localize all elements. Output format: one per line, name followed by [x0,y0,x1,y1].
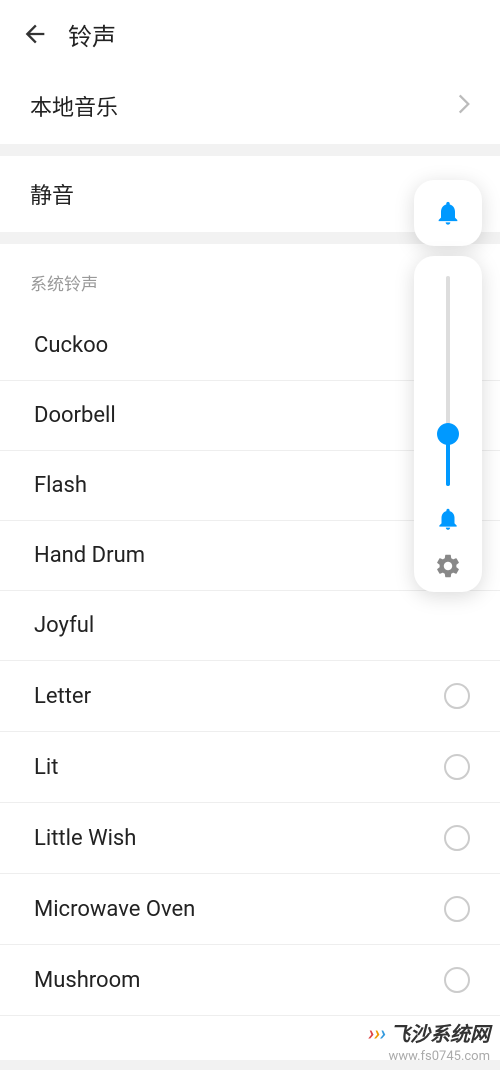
list-item[interactable]: Lit [0,732,500,803]
list-item[interactable]: Microwave Oven [0,874,500,945]
page-header: 铃声 [0,0,500,68]
back-arrow-icon [21,20,49,48]
list-item[interactable]: Little Wish [0,803,500,874]
settings-button[interactable] [434,552,462,580]
watermark-text: 飞沙系统网 [390,1018,490,1047]
radio-unselected[interactable] [444,683,470,709]
back-button[interactable] [20,19,50,49]
list-item-label: Little Wish [34,826,136,851]
list-item-label: Mushroom [34,968,140,993]
list-item-label: Microwave Oven [34,897,195,922]
page-title: 铃声 [68,17,116,52]
list-item-label: Joyful [34,613,94,638]
volume-bell-button[interactable] [414,180,482,246]
bell-icon [435,506,461,532]
bell-icon [434,199,462,227]
volume-slider[interactable] [446,276,450,486]
list-item[interactable]: Letter [0,661,500,732]
volume-panel [414,256,482,592]
radio-unselected[interactable] [444,967,470,993]
silent-label: 静音 [30,184,74,209]
local-music-row[interactable]: 本地音乐 [0,68,500,144]
list-item[interactable]: Joyful [0,591,500,661]
separator [0,144,500,156]
list-item-label: Flash [34,473,87,498]
list-item-label: Hand Drum [34,543,145,568]
watermark-url: www.fs0745.com [368,1049,490,1064]
radio-unselected[interactable] [444,825,470,851]
chevron-right-icon [458,94,470,118]
gear-icon [434,552,462,580]
list-item-label: Doorbell [34,403,116,428]
list-item-label: Cuckoo [34,333,108,358]
list-item-label: Lit [34,755,58,780]
volume-slider-thumb[interactable] [437,423,459,445]
list-item-label: Letter [34,684,91,709]
radio-unselected[interactable] [444,896,470,922]
radio-unselected[interactable] [444,754,470,780]
list-item[interactable]: Mushroom [0,945,500,1016]
watermark: ››› 飞沙系统网 www.fs0745.com [358,1012,500,1070]
local-music-label: 本地音乐 [30,90,118,122]
watermark-logo: ››› 飞沙系统网 [368,1018,490,1047]
